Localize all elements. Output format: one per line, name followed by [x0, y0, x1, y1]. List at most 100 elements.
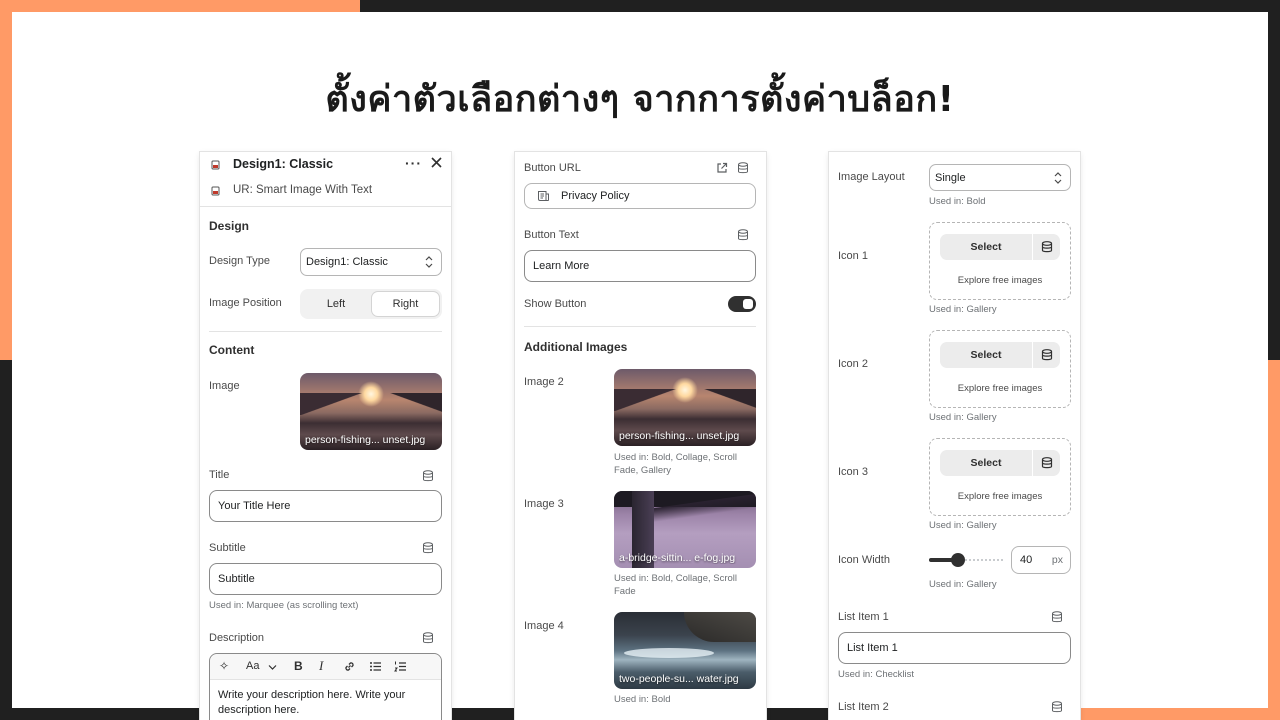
icon-3-used-in: Used in: Gallery [929, 520, 997, 531]
header-divider [200, 206, 451, 207]
numbered-list-icon[interactable] [394, 660, 407, 676]
show-button-toggle[interactable] [728, 296, 756, 312]
icon-width-unit: px [1051, 554, 1063, 566]
icon-3-select-label: Select [970, 457, 1002, 469]
chevron-down-icon[interactable] [268, 662, 277, 674]
icon-2-dropzone[interactable]: Select Explore free images [929, 330, 1071, 408]
list-item-1-used-in: Used in: Checklist [838, 669, 915, 680]
icon-width-slider[interactable] [929, 548, 1005, 572]
dynamic-source-icon[interactable] [422, 542, 434, 554]
subtitle-used-in: Used in: Marquee (as scrolling text) [209, 600, 359, 611]
image-2-used-in: Used in: Bold, Collage, Scroll Fade, Gal… [614, 452, 738, 476]
list-item-1-input[interactable]: List Item 1 [838, 632, 1071, 664]
image-label: Image [209, 380, 240, 392]
icon-1-label: Icon 1 [838, 250, 868, 262]
button-separator [1032, 450, 1033, 476]
more-options-icon[interactable]: ··· [405, 155, 422, 171]
design-type-value: Design1: Classic [306, 256, 388, 268]
image-2-label: Image 2 [524, 376, 564, 388]
image-4-used-in: Used in: Bold [614, 694, 671, 705]
image-layout-value: Single [935, 171, 966, 184]
icon-1-explore-link[interactable]: Explore free images [930, 275, 1070, 286]
bold-icon[interactable]: B [294, 659, 303, 673]
icon-1-select-button[interactable]: Select [940, 234, 1060, 260]
dynamic-source-icon[interactable] [1041, 349, 1053, 361]
dynamic-source-icon[interactable] [1041, 457, 1053, 469]
link-icon[interactable] [343, 660, 356, 676]
image-position-label: Image Position [209, 297, 282, 309]
image-4-label: Image 4 [524, 620, 564, 632]
image-picker[interactable]: person-fishing... unset.jpg [300, 373, 442, 450]
external-link-icon[interactable] [716, 162, 728, 177]
design-type-label: Design Type [209, 255, 270, 267]
icon-2-used-in: Used in: Gallery [929, 412, 997, 423]
slider-thumb[interactable] [951, 553, 966, 567]
icon-width-input[interactable]: 40 px [1011, 546, 1071, 574]
image-position-left[interactable]: Left [303, 292, 369, 316]
button-settings-panel: Button URL Privacy Policy Button Text Le… [515, 152, 766, 720]
dynamic-source-icon[interactable] [422, 470, 434, 482]
image-3-filename: a-bridge-sittin... e-fog.jpg [619, 552, 736, 564]
title-input[interactable]: Your Title Here [209, 490, 442, 522]
dynamic-source-icon[interactable] [737, 162, 749, 174]
icon-3-explore-link[interactable]: Explore free images [930, 491, 1070, 502]
ai-sparkle-icon[interactable]: ✧ [219, 659, 229, 673]
subtitle-input[interactable]: Subtitle [209, 563, 442, 595]
image-layout-select[interactable]: Single [929, 164, 1071, 191]
image-3-used-in: Used in: Bold, Collage, Scroll Fade [614, 573, 738, 597]
editor-toolbar: ✧ Aa B I [210, 654, 441, 680]
font-style-button[interactable]: Aa [246, 660, 259, 672]
title-input-value: Your Title Here [218, 500, 291, 512]
image-4-picker[interactable]: two-people-su... water.jpg [614, 612, 756, 689]
mountain-silhouette [614, 389, 756, 411]
show-button-label: Show Button [524, 298, 587, 310]
list-item-1-label: List Item 1 [838, 611, 889, 623]
chevron-updown-icon [425, 256, 433, 268]
dynamic-source-icon[interactable] [1051, 701, 1063, 713]
icon-3-select-button[interactable]: Select [940, 450, 1060, 476]
button-url-input[interactable]: Privacy Policy [524, 183, 756, 209]
dynamic-source-icon[interactable] [1051, 611, 1063, 623]
subtitle-label: Subtitle [209, 542, 246, 554]
dynamic-source-icon[interactable] [422, 632, 434, 644]
image-position-right[interactable]: Right [372, 292, 439, 316]
icon-2-explore-link[interactable]: Explore free images [930, 383, 1070, 394]
icon-2-select-label: Select [970, 349, 1002, 361]
button-text-label: Button Text [524, 229, 579, 241]
content-section-heading: Content [209, 343, 255, 357]
button-text-value: Learn More [533, 260, 590, 272]
icon-3-dropzone[interactable]: Select Explore free images [929, 438, 1071, 516]
dynamic-source-icon[interactable] [737, 229, 749, 241]
icon-3-label: Icon 3 [838, 466, 868, 478]
italic-icon[interactable]: I [319, 658, 323, 674]
icon-2-label: Icon 2 [838, 358, 868, 370]
block-icon [211, 159, 223, 174]
description-editor[interactable]: ✧ Aa B I Write your description here. Wr… [209, 653, 442, 720]
icon-width-value: 40 [1020, 554, 1033, 566]
image-3-picker[interactable]: a-bridge-sittin... e-fog.jpg [614, 491, 756, 568]
design-type-select[interactable]: Design1: Classic [300, 248, 442, 276]
additional-images-heading: Additional Images [524, 340, 628, 354]
chevron-updown-icon [1054, 171, 1062, 184]
image-2-picker[interactable]: person-fishing... unset.jpg [614, 369, 756, 446]
button-url-value: Privacy Policy [561, 190, 630, 202]
section-divider [209, 331, 442, 332]
image-filename: person-fishing... unset.jpg [305, 434, 426, 446]
button-separator [1032, 342, 1033, 368]
icon-1-dropzone[interactable]: Select Explore free images [929, 222, 1071, 300]
block-type-icon [211, 185, 223, 200]
wave-foam [624, 648, 714, 658]
dynamic-source-icon[interactable] [1041, 241, 1053, 253]
icon-2-select-button[interactable]: Select [940, 342, 1060, 368]
button-text-input[interactable]: Learn More [524, 250, 756, 282]
image-4-filename: two-people-su... water.jpg [619, 673, 739, 685]
layout-settings-panel: Image Layout Single Used in: Bold Icon 1… [829, 152, 1080, 720]
image-layout-label: Image Layout [838, 171, 905, 183]
bullet-list-icon[interactable] [369, 660, 382, 676]
block-type-label: UR: Smart Image With Text [233, 184, 373, 196]
icon-width-label: Icon Width [838, 554, 890, 566]
close-icon[interactable] [430, 156, 443, 172]
title-label: Title [209, 469, 230, 481]
list-item-1-value: List Item 1 [847, 642, 898, 654]
panel-title: Design1: Classic [233, 157, 334, 171]
